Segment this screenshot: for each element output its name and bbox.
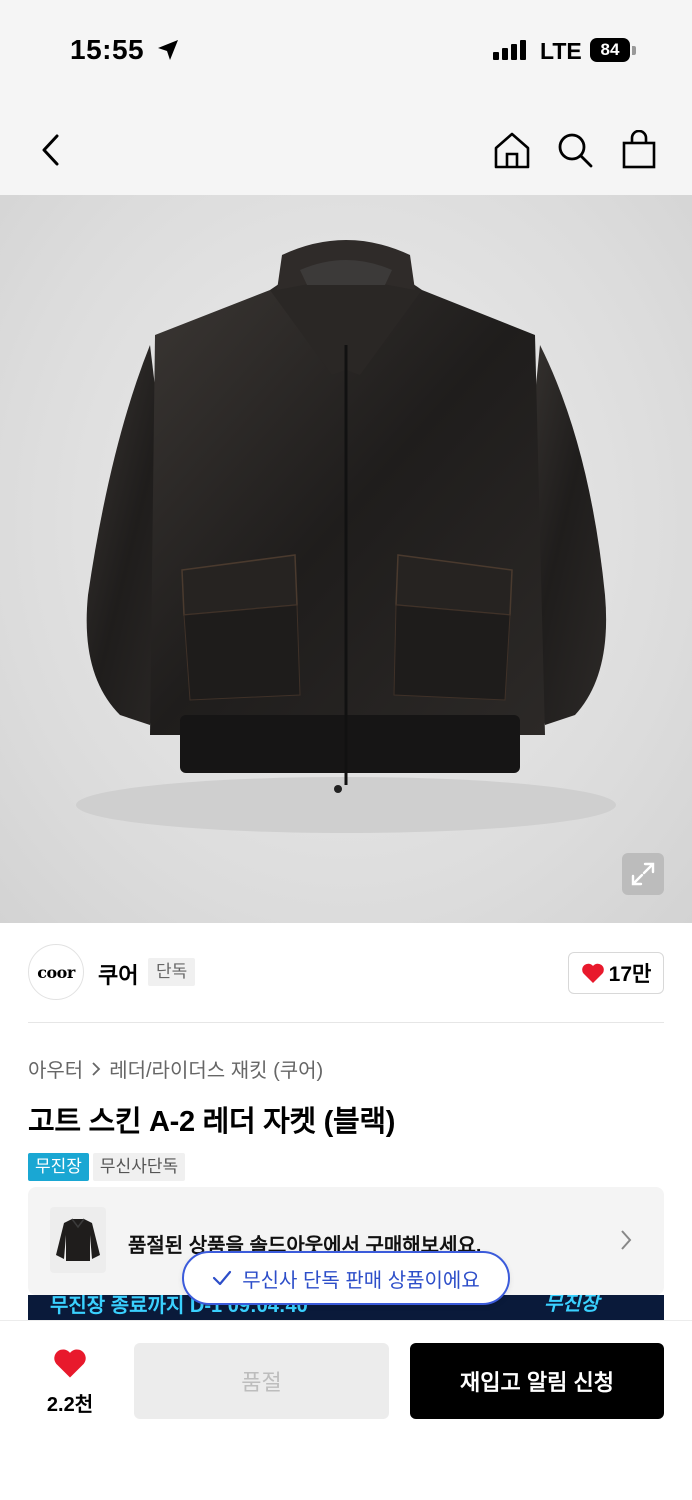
- exclusive-tag: 단독: [148, 958, 196, 986]
- breadcrumb-subcategory[interactable]: 레더/라이더스 재킷 (쿠어): [109, 1054, 323, 1083]
- signal-icon: [493, 40, 526, 60]
- cart-button[interactable]: [619, 130, 659, 170]
- home-button[interactable]: [492, 130, 532, 170]
- heart-icon: [581, 963, 604, 983]
- wishlist-count: 2.2천: [46, 1394, 94, 1416]
- brand-logo[interactable]: coor: [28, 944, 84, 1000]
- badge-musinsa-exclusive: 무신사단독: [92, 1153, 186, 1181]
- soldout-button: 품절: [134, 1343, 389, 1419]
- back-button[interactable]: [30, 130, 70, 170]
- location-arrow-icon: [158, 40, 178, 60]
- chevron-right-icon: [92, 1061, 101, 1076]
- check-icon: [213, 1270, 232, 1286]
- breadcrumb: 아우터 레더/라이더스 재킷 (쿠어): [28, 1054, 323, 1083]
- badge-mujinjang: 무진장: [28, 1153, 89, 1181]
- top-nav: [0, 100, 692, 195]
- product-badges: 무진장 무신사단독: [28, 1153, 186, 1181]
- search-button[interactable]: [555, 130, 595, 170]
- brand-like-button[interactable]: 17만: [568, 952, 664, 994]
- status-time: 15:55: [70, 34, 145, 65]
- brand-name[interactable]: 쿠어: [98, 958, 138, 990]
- toast-text: 무신사 단독 판매 상품이에요: [242, 1269, 480, 1292]
- divider: [28, 1022, 664, 1023]
- network-label: LTE: [540, 38, 582, 64]
- jacket-illustration: [76, 240, 616, 833]
- product-title: 고트 스킨 A-2 레더 자켓 (블랙): [28, 1106, 396, 1138]
- bottom-action-bar: 2.2천 품절 재입고 알림 신청: [0, 1320, 692, 1500]
- product-image[interactable]: [0, 195, 692, 923]
- expand-icon: [631, 862, 655, 886]
- chevron-left-icon: [42, 134, 59, 166]
- restock-alert-button[interactable]: 재입고 알림 신청: [410, 1343, 664, 1419]
- home-icon: [494, 132, 530, 169]
- status-bar: 15:55 LTE 84: [0, 0, 692, 100]
- search-icon: [558, 133, 593, 168]
- expand-image-button[interactable]: [622, 853, 664, 895]
- breadcrumb-category[interactable]: 아우터: [28, 1054, 83, 1083]
- promo-logo-text: 무진장: [544, 1295, 600, 1315]
- chevron-right-icon: [621, 1230, 632, 1250]
- battery-icon: 84: [590, 38, 630, 62]
- exclusive-toast: 무신사 단독 판매 상품이에요: [182, 1251, 510, 1305]
- shopping-bag-icon: [622, 130, 656, 169]
- wishlist-button[interactable]: 2.2천: [28, 1347, 112, 1417]
- heart-icon: [54, 1349, 86, 1378]
- brand-row: coor 쿠어 단독 17만: [28, 944, 664, 1000]
- soldout-thumbnail: [50, 1207, 106, 1273]
- brand-like-count: 17만: [608, 963, 652, 986]
